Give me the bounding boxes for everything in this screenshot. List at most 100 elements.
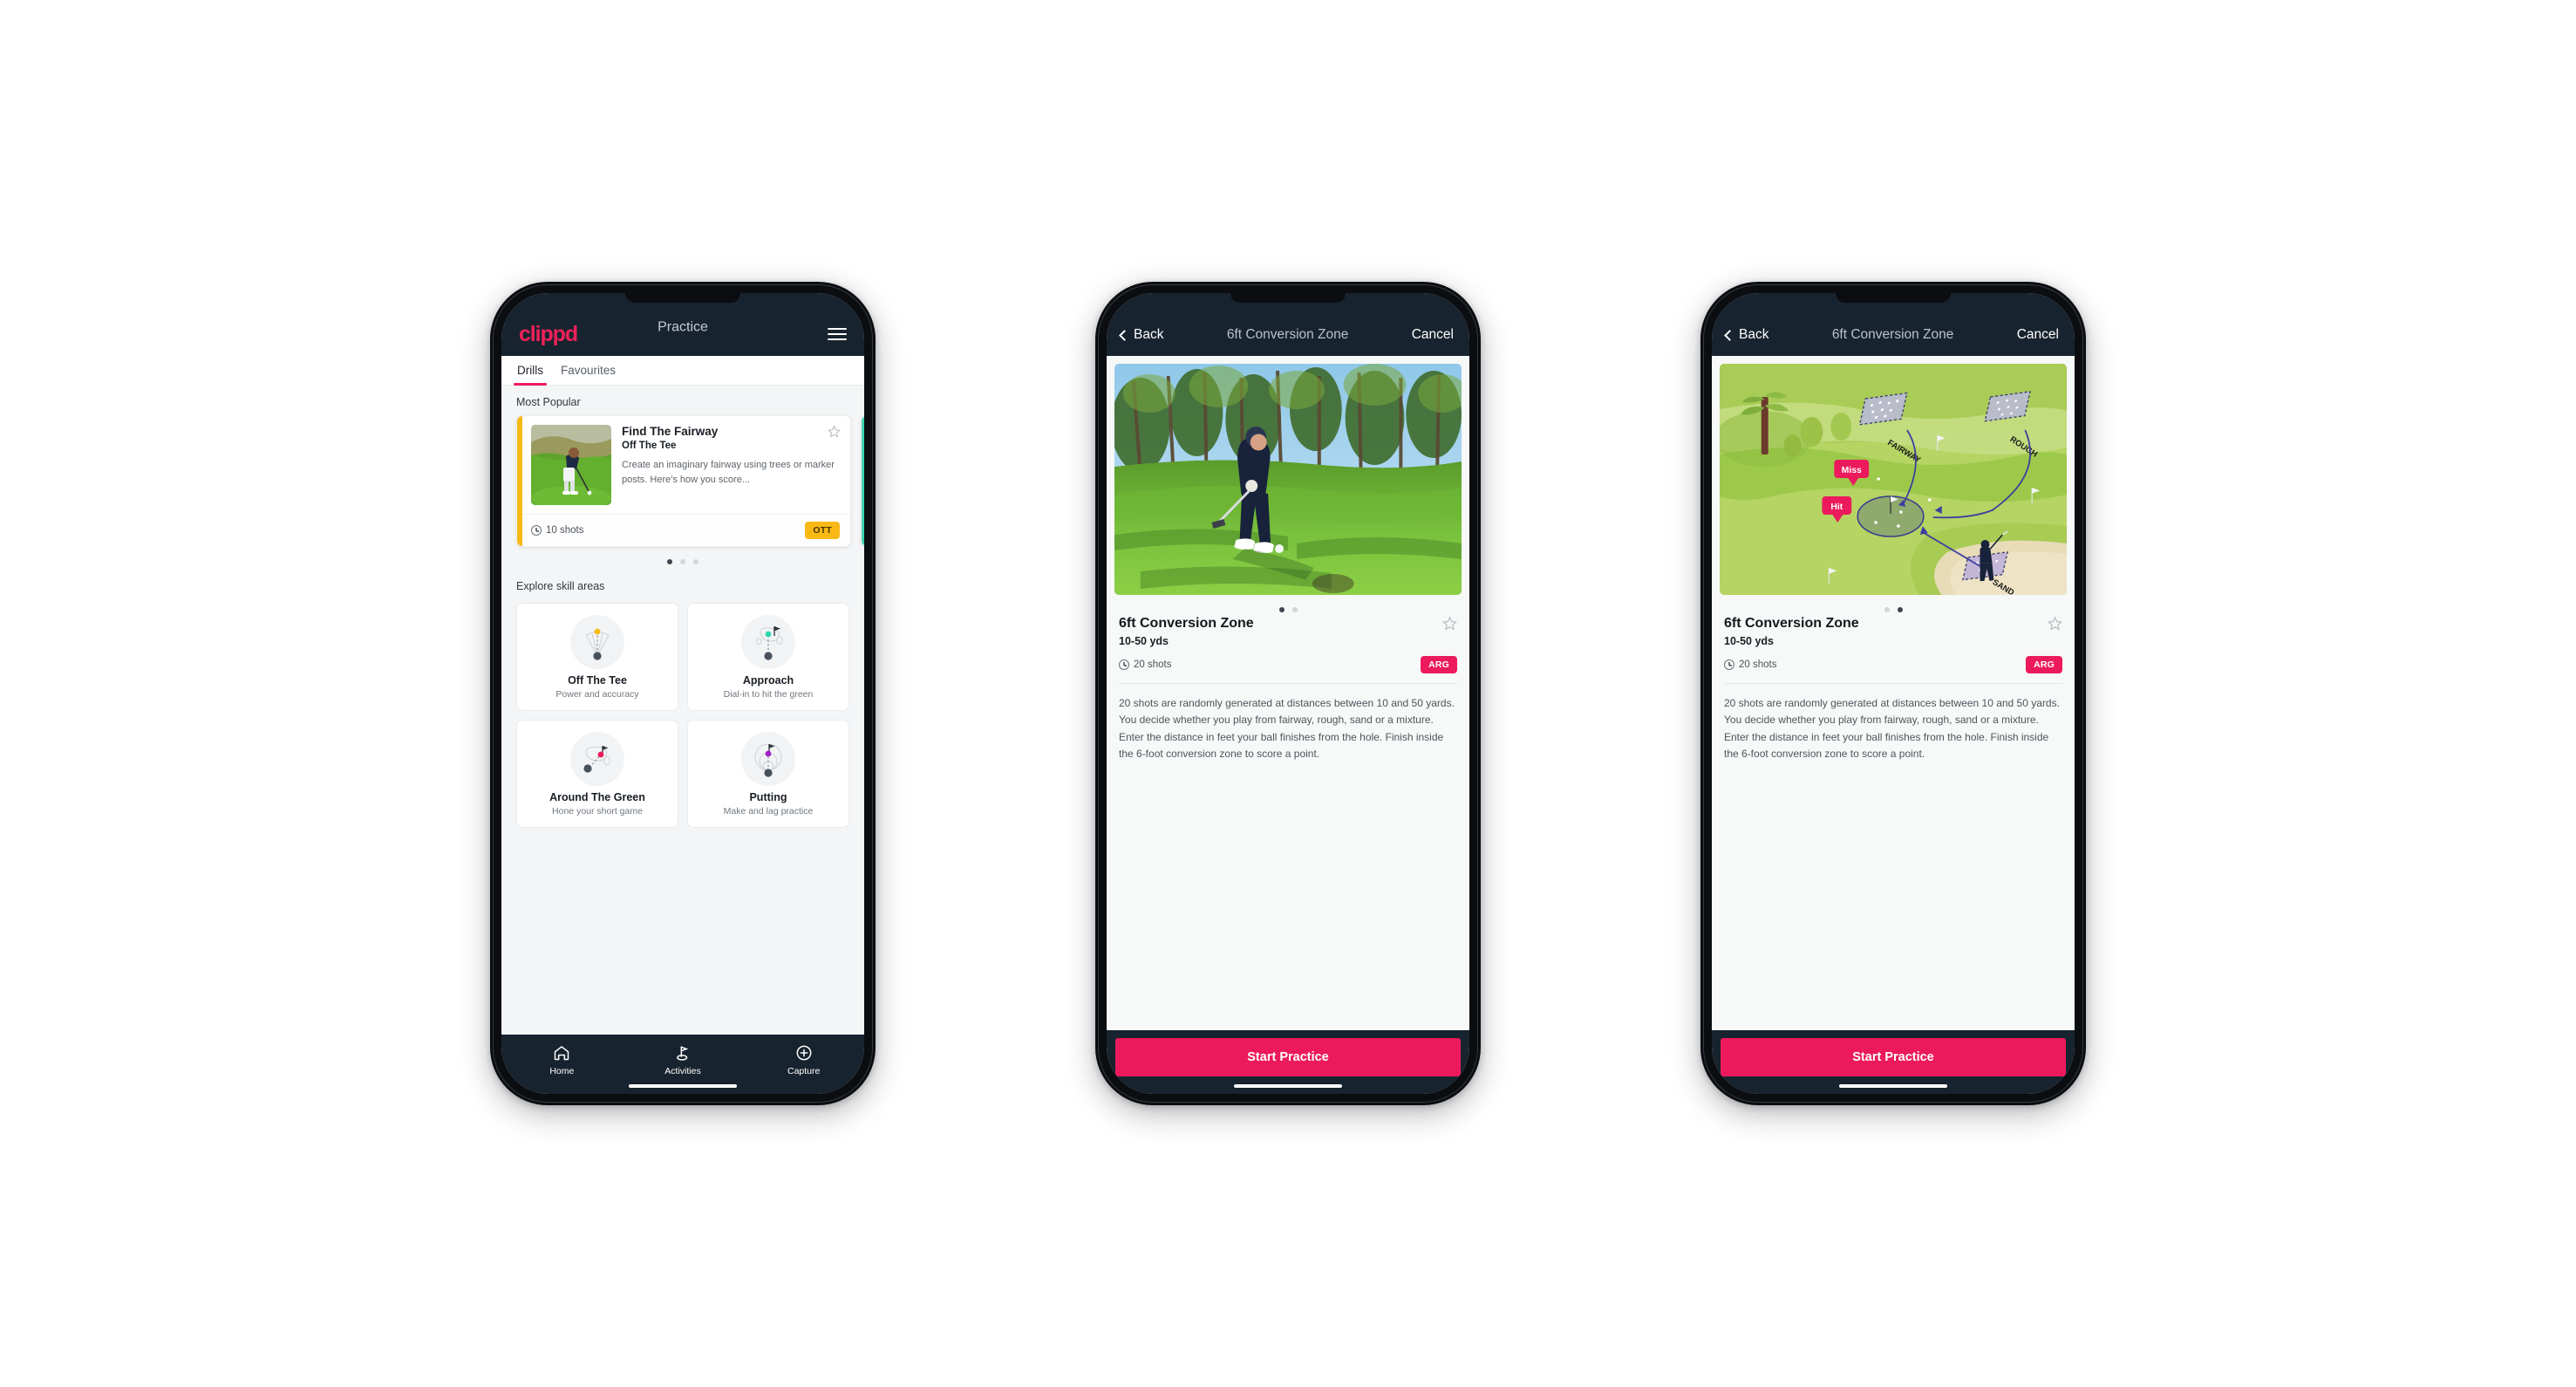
media-dot-2[interactable] [1897, 607, 1903, 612]
device-notch [1836, 293, 1951, 303]
device-notch [625, 293, 740, 303]
skill-name: Off The Tee [568, 674, 627, 687]
clippd-logo[interactable]: clippd [519, 323, 578, 345]
carousel-dot-2[interactable] [680, 559, 685, 564]
tab-favourites[interactable]: Favourites [561, 364, 616, 385]
tab-bar: Drills Favourites [501, 356, 864, 386]
label-miss: Miss [1842, 466, 1862, 475]
skill-card-around-the-green[interactable]: Around The Green Hone your short game [516, 720, 678, 828]
home-icon [501, 1044, 623, 1062]
drill-thumbnail [531, 425, 611, 505]
skill-card-off-the-tee[interactable]: Off The Tee Power and accuracy [516, 603, 678, 711]
nav-item-capture[interactable]: Capture [743, 1044, 864, 1076]
nav-label-capture: Capture [787, 1065, 821, 1076]
skill-areas-grid: Off The Tee Power and accuracy Approach … [501, 599, 864, 828]
detail-shots-label: 20 shots [1739, 659, 1777, 670]
nav-label-home: Home [549, 1065, 575, 1076]
skill-desc: Power and accuracy [555, 689, 639, 700]
detail-body: 6ft Conversion Zone 10-50 yds 20 shots A… [1107, 356, 1469, 1030]
skill-name: Approach [742, 674, 794, 687]
page-title: Practice [658, 319, 708, 335]
tee-fan-glyph [585, 628, 610, 660]
back-button[interactable]: Back [1724, 327, 1768, 343]
explore-skill-areas-heading: Explore skill areas [516, 580, 605, 592]
media-dot-2[interactable] [1291, 607, 1298, 612]
putting-rings-icon [741, 732, 795, 786]
skill-desc: Dial-in to hit the green [723, 689, 814, 700]
drill-card[interactable]: Find The Fairway Off The Tee Create an i… [516, 415, 851, 547]
plus-circle-icon [743, 1044, 864, 1062]
detail-drill-distance: 10-50 yds [1724, 635, 1774, 647]
screen-drill-detail-photo: Back 6ft Conversion Zone Cancel 6ft Conv… [1107, 293, 1469, 1094]
detail-tag-badge: ARG [1421, 656, 1457, 673]
detail-shots: 20 shots [1119, 659, 1171, 670]
screen-drill-detail-diagram: Back 6ft Conversion Zone Cancel FAIRWAY … [1712, 293, 2075, 1094]
nav-item-activities[interactable]: Activities [623, 1044, 744, 1076]
detail-info: 6ft Conversion Zone 10-50 yds 20 shots A… [1107, 614, 1469, 684]
golfer-tee-thumb-icon [531, 425, 611, 505]
clock-icon [1724, 659, 1734, 670]
nav-item-home[interactable]: Home [501, 1044, 623, 1076]
chevron-left-icon [1724, 330, 1735, 341]
clock-icon [531, 525, 542, 536]
cancel-button[interactable]: Cancel [2017, 327, 2059, 343]
media-dot-1[interactable] [1278, 607, 1285, 612]
detail-info: 6ft Conversion Zone 10-50 yds 20 shots A… [1712, 614, 2075, 684]
cta-area: Start Practice [1107, 1029, 1469, 1094]
phone-device-practice-list: clippd Practice Drills Favourites Most P… [490, 282, 876, 1105]
media-dots[interactable] [1712, 595, 2075, 614]
golf-flag-icon [623, 1044, 744, 1062]
screenshot-stage: clippd Practice Drills Favourites Most P… [0, 0, 2576, 1387]
chip-green-glyph [583, 746, 610, 773]
chevron-left-icon [1119, 330, 1130, 341]
most-popular-heading: Most Popular [516, 396, 581, 408]
skill-desc: Hone your short game [552, 806, 643, 816]
skill-card-putting[interactable]: Putting Make and lag practice [687, 720, 849, 828]
drill-carousel[interactable]: Find The Fairway Off The Tee Create an i… [501, 415, 864, 547]
back-label: Back [1134, 327, 1164, 342]
detail-description: 20 shots are randomly generated at dista… [1724, 697, 2060, 761]
home-indicator [1839, 1083, 1947, 1088]
drill-tag-badge: OTT [805, 522, 840, 539]
carousel-dot-1[interactable] [667, 559, 672, 564]
phone-device-drill-detail-photo: Back 6ft Conversion Zone Cancel 6ft Conv… [1095, 282, 1481, 1105]
skill-name: Around The Green [549, 791, 645, 803]
detail-drill-title: 6ft Conversion Zone [1119, 616, 1254, 631]
start-practice-button[interactable]: Start Practice [1721, 1037, 2066, 1076]
drill-shots: 10 shots [531, 525, 583, 536]
drill-media-photo[interactable] [1114, 364, 1462, 595]
detail-description: 20 shots are randomly generated at dista… [1119, 697, 1455, 761]
phone-device-drill-detail-diagram: Back 6ft Conversion Zone Cancel FAIRWAY … [1700, 282, 2086, 1105]
skill-card-approach[interactable]: Approach Dial-in to hit the green [687, 603, 849, 711]
putting-rings-glyph [754, 743, 782, 777]
detail-drill-title: 6ft Conversion Zone [1724, 616, 1859, 631]
detail-shots-label: 20 shots [1134, 659, 1172, 670]
drill-title: Find The Fairway [622, 425, 719, 438]
drill-card-stripe [517, 416, 522, 546]
detail-tag-badge: ARG [2026, 656, 2062, 673]
start-practice-button[interactable]: Start Practice [1115, 1037, 1461, 1076]
drill-media-diagram[interactable]: FAIRWAY ROUGH SAND Miss Hit [1720, 364, 2067, 595]
detail-body: FAIRWAY ROUGH SAND Miss Hit 6ft Conversi… [1712, 356, 2075, 1030]
detail-title: 6ft Conversion Zone [1226, 327, 1349, 342]
back-button[interactable]: Back [1119, 327, 1164, 343]
star-outline-icon[interactable] [1442, 616, 1457, 631]
carousel-dot-3[interactable] [693, 559, 699, 564]
nav-label-activities: Activities [664, 1065, 701, 1076]
drill-subtitle: Off The Tee [622, 441, 677, 451]
drill-shots-label: 10 shots [546, 525, 584, 536]
tee-fan-icon [570, 615, 624, 669]
practice-body: Most Popular Find The Fairway Off The Te… [501, 386, 864, 1035]
detail-shots: 20 shots [1724, 659, 1776, 670]
tab-drills[interactable]: Drills [514, 364, 547, 386]
carousel-dots[interactable] [501, 547, 864, 566]
golf-hole-diagram: FAIRWAY ROUGH SAND Miss Hit [1720, 364, 2067, 595]
media-dot-1[interactable] [1884, 607, 1890, 612]
star-outline-icon[interactable] [828, 425, 841, 438]
cancel-button[interactable]: Cancel [1412, 327, 1454, 343]
drill-card-next-peek[interactable] [861, 415, 864, 547]
hamburger-icon[interactable] [828, 327, 847, 341]
approach-green-icon [741, 615, 795, 669]
media-dots[interactable] [1107, 595, 1469, 614]
star-outline-icon[interactable] [2048, 616, 2062, 631]
